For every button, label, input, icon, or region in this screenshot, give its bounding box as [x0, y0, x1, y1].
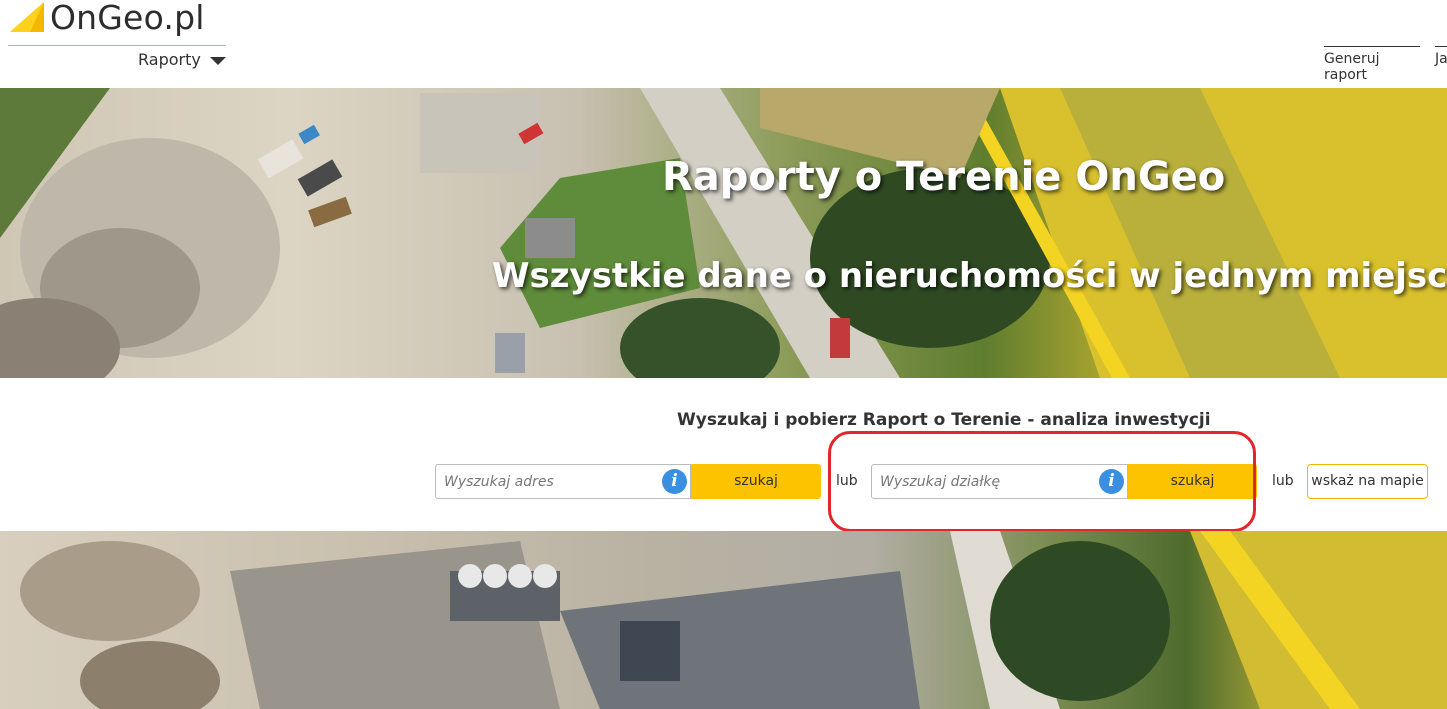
lower-aerial-image — [0, 531, 1447, 709]
point-on-map-button[interactable]: wskaż na mapie — [1307, 464, 1428, 499]
logo-triangle-icon — [10, 2, 44, 32]
hero-subtitle: Wszystkie dane o nieruchomości w jednym … — [492, 256, 1447, 296]
search-heading: Wyszukaj i pobierz Raport o Terenie - an… — [677, 410, 1211, 430]
raporty-menu-label: Raporty — [138, 50, 201, 69]
hero-banner: Raporty o Terenie OnGeo Wszystkie dane o… — [0, 88, 1447, 378]
info-icon[interactable]: i — [662, 469, 687, 494]
nav-generate-report[interactable]: Generuj raport — [1324, 46, 1420, 83]
parcel-search-input[interactable] — [872, 465, 1127, 498]
chevron-down-icon — [209, 56, 226, 65]
logo[interactable]: OnGeo.pl — [8, 0, 226, 46]
parcel-search-button[interactable]: szukaj — [1128, 464, 1257, 499]
address-search-button[interactable]: szukaj — [691, 464, 821, 499]
address-search-box: i — [435, 464, 691, 499]
or-label: lub — [1272, 473, 1294, 489]
nav-item-truncated[interactable]: Ja — [1435, 46, 1447, 67]
logo-text: OnGeo.pl — [50, 0, 205, 37]
info-icon[interactable]: i — [1099, 469, 1124, 494]
parcel-search-box: i — [871, 464, 1128, 499]
hero-aerial-image — [0, 88, 1447, 378]
hero-title: Raporty o Terenie OnGeo — [662, 154, 1226, 200]
lower-aerial-graphic — [20, 531, 1447, 709]
address-search-input[interactable] — [436, 465, 690, 498]
raporty-menu[interactable]: Raporty — [138, 50, 226, 69]
site-header: OnGeo.pl Raporty Generuj raport Ja — [0, 0, 1447, 88]
or-label: lub — [836, 473, 858, 489]
search-section: Wyszukaj i pobierz Raport o Terenie - an… — [0, 378, 1447, 531]
